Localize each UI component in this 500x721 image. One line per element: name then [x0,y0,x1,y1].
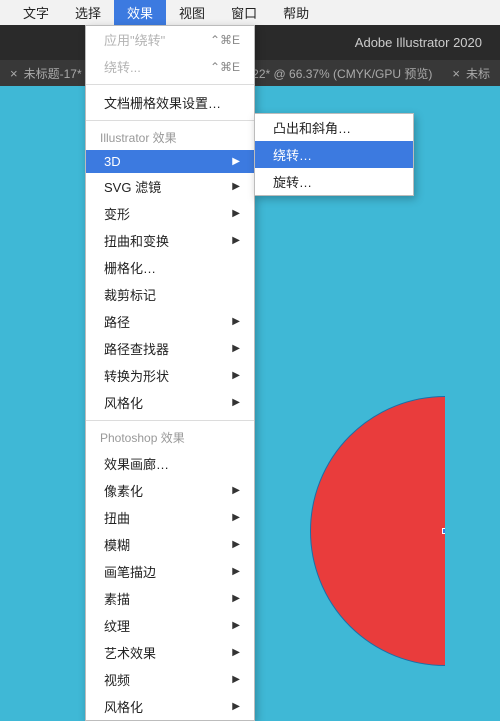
close-icon[interactable]: × [10,66,18,81]
menu-item-texture[interactable]: 纹理 ▶ [86,612,254,639]
menu-item-stylize-ai[interactable]: 风格化 ▶ [86,389,254,416]
chevron-right-icon: ▶ [232,156,240,167]
menu-item-stylize-ps[interactable]: 风格化 ▶ [86,693,254,720]
menu-item-extrude-bevel[interactable]: 凸出和斜角… [255,114,413,141]
menu-item-label: 裁剪标记 [104,285,156,304]
menu-item-label: 素描 [104,589,130,608]
menu-item-effect-gallery[interactable]: 效果画廊… [86,450,254,477]
tab-label: 未标 [466,65,490,82]
menu-item-distort-transform[interactable]: 扭曲和变换 ▶ [86,227,254,254]
menu-separator [86,84,254,85]
document-tab[interactable]: × 未标 [442,60,500,86]
effects-menu: 应用"绕转" ⌃⌘E 绕转... ⌃⌘E 文档栅格效果设置… Illustrat… [85,25,255,721]
chevron-right-icon: ▶ [232,343,240,354]
menubar-item-effect[interactable]: 效果 [114,0,166,25]
menu-item-last-effect[interactable]: 绕转... ⌃⌘E [86,53,254,80]
menu-item-label: 3D [104,154,121,169]
chevron-right-icon: ▶ [232,370,240,381]
menu-item-doc-raster-settings[interactable]: 文档栅格效果设置… [86,89,254,116]
menu-item-label: 风格化 [104,697,143,716]
menu-item-3d[interactable]: 3D ▶ [86,150,254,173]
menu-item-rasterize[interactable]: 栅格化… [86,254,254,281]
menu-item-apply-last[interactable]: 应用"绕转" ⌃⌘E [86,26,254,53]
menu-item-label: 绕转… [273,145,312,164]
menu-item-label: 旋转… [273,172,312,191]
menubar-item-help[interactable]: 帮助 [270,0,322,25]
menubar: 文字 选择 效果 视图 窗口 帮助 [0,0,500,25]
menu-item-label: 模糊 [104,535,130,554]
menu-separator [86,120,254,121]
close-icon[interactable]: × [452,66,460,81]
chevron-right-icon: ▶ [232,674,240,685]
menu-item-blur[interactable]: 模糊 ▶ [86,531,254,558]
menu-item-label: 文档栅格效果设置… [104,93,221,112]
menu-item-label: 应用"绕转" [104,30,165,49]
menu-item-label: 路径 [104,312,130,331]
tab-label: 标题-22* @ 66.37% (CMYK/GPU 预览) [224,65,432,82]
menu-item-revolve[interactable]: 绕转… [255,141,413,168]
menu-item-label: 风格化 [104,393,143,412]
tab-label: 未标题-17* [24,65,82,82]
anchor-point[interactable] [442,528,448,534]
chevron-right-icon: ▶ [232,208,240,219]
menu-item-label: 视频 [104,670,130,689]
menu-item-path[interactable]: 路径 ▶ [86,308,254,335]
menubar-item-select[interactable]: 选择 [62,0,114,25]
menu-item-sketch[interactable]: 素描 ▶ [86,585,254,612]
menu-item-label: 转换为形状 [104,366,169,385]
menu-item-label: 路径查找器 [104,339,169,358]
app-title: Adobe Illustrator 2020 [355,35,482,50]
shortcut-text: ⌃⌘E [210,33,240,47]
chevron-right-icon: ▶ [232,397,240,408]
menu-item-artistic[interactable]: 艺术效果 ▶ [86,639,254,666]
chevron-right-icon: ▶ [232,512,240,523]
menu-item-label: 扭曲和变换 [104,231,169,250]
menubar-item-text[interactable]: 文字 [10,0,62,25]
menu-section-label: Illustrator 效果 [86,125,254,150]
menu-item-crop-marks[interactable]: 裁剪标记 [86,281,254,308]
menu-separator [86,420,254,421]
menu-item-label: 扭曲 [104,508,130,527]
half-circle-shape[interactable] [310,396,500,666]
menu-item-label: 像素化 [104,481,143,500]
chevron-right-icon: ▶ [232,701,240,712]
menu-item-distort[interactable]: 扭曲 ▶ [86,504,254,531]
shortcut-text: ⌃⌘E [210,60,240,74]
menubar-item-view[interactable]: 视图 [166,0,218,25]
menu-item-svg-filters[interactable]: SVG 滤镜 ▶ [86,173,254,200]
chevron-right-icon: ▶ [232,566,240,577]
menu-item-pixelate[interactable]: 像素化 ▶ [86,477,254,504]
chevron-right-icon: ▶ [232,593,240,604]
menu-item-video[interactable]: 视频 ▶ [86,666,254,693]
menu-item-rotate[interactable]: 旋转… [255,168,413,195]
menu-item-label: 纹理 [104,616,130,635]
menu-item-label: 效果画廊… [104,454,169,473]
menubar-item-window[interactable]: 窗口 [218,0,270,25]
menu-item-convert-to-shape[interactable]: 转换为形状 ▶ [86,362,254,389]
chevron-right-icon: ▶ [232,235,240,246]
chevron-right-icon: ▶ [232,485,240,496]
submenu-3d: 凸出和斜角… 绕转… 旋转… [254,113,414,196]
menu-item-brush-strokes[interactable]: 画笔描边 ▶ [86,558,254,585]
chevron-right-icon: ▶ [232,647,240,658]
chevron-right-icon: ▶ [232,316,240,327]
menu-item-label: 画笔描边 [104,562,156,581]
chevron-right-icon: ▶ [232,620,240,631]
menu-item-label: 绕转... [104,57,141,76]
menu-item-label: 凸出和斜角… [273,118,351,137]
menu-item-label: 艺术效果 [104,643,156,662]
menu-item-warp[interactable]: 变形 ▶ [86,200,254,227]
menu-item-label: 变形 [104,204,130,223]
chevron-right-icon: ▶ [232,539,240,550]
menu-section-label: Photoshop 效果 [86,425,254,450]
menu-item-pathfinder[interactable]: 路径查找器 ▶ [86,335,254,362]
menu-item-label: SVG 滤镜 [104,177,161,196]
menu-item-label: 栅格化… [104,258,156,277]
chevron-right-icon: ▶ [232,181,240,192]
